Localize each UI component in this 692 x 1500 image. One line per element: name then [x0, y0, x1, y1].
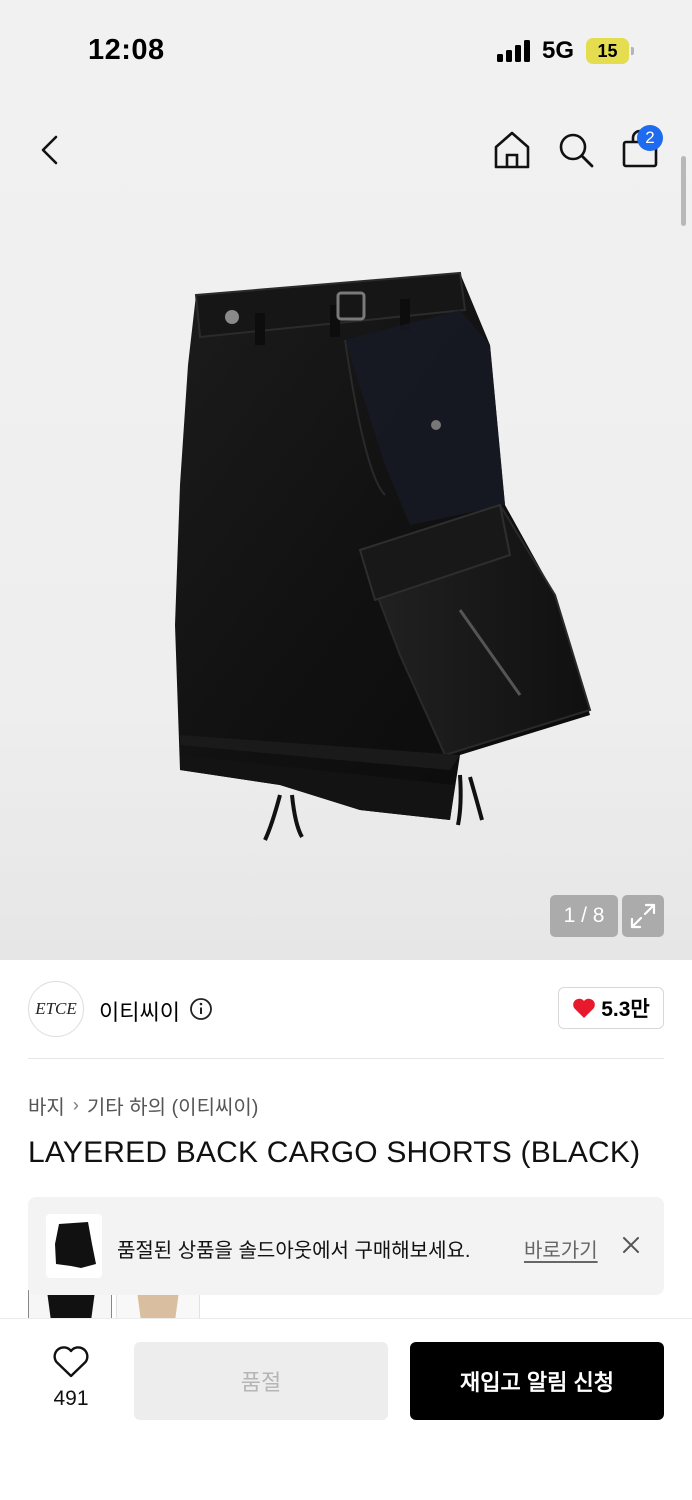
close-icon[interactable]: [620, 1234, 642, 1256]
chevron-left-icon: [41, 135, 58, 165]
heart-outline-icon: [53, 1346, 89, 1378]
network-type: 5G: [542, 37, 575, 64]
battery-cap: [631, 47, 634, 55]
search-icon: [559, 133, 594, 168]
brand-like-button[interactable]: 5.3만: [558, 987, 664, 1029]
soldout-banner: 품절된 상품을 솔드아웃에서 구매해보세요. 바로가기: [28, 1197, 664, 1295]
battery-indicator: 15: [586, 38, 629, 64]
bottom-action-bar: 491 품절 재입고 알림 신청: [0, 1318, 692, 1500]
brand-name[interactable]: 이티씨이: [99, 995, 180, 1027]
home-button[interactable]: [492, 129, 532, 171]
breadcrumb-separator: ›: [72, 1095, 79, 1115]
info-icon[interactable]: [189, 997, 213, 1021]
product-image: [175, 271, 592, 841]
cart-count-badge: 2: [637, 125, 663, 151]
heart-icon: [573, 998, 596, 1018]
restock-alert-button[interactable]: 재입고 알림 신청: [410, 1342, 664, 1420]
divider: [28, 1058, 664, 1059]
scrollbar[interactable]: [681, 156, 686, 226]
product-gallery[interactable]: 2 1 / 8: [0, 100, 692, 960]
signal-bars-icon: [497, 40, 533, 62]
banner-thumbnail: [46, 1214, 102, 1278]
breadcrumb-item-subcategory[interactable]: 기타 하의 (이티씨이): [87, 1091, 259, 1120]
status-time: 12:08: [88, 34, 165, 66]
soldout-button[interactable]: 품절: [134, 1342, 388, 1420]
banner-go-link[interactable]: 바로가기: [524, 1234, 598, 1263]
banner-message: 품절된 상품을 솔드아웃에서 구매해보세요.: [117, 1240, 471, 1262]
brand-like-count: 5.3만: [601, 998, 650, 1021]
image-counter: 1 / 8: [550, 895, 618, 937]
wishlist-button[interactable]: 491: [36, 1345, 106, 1411]
expand-button[interactable]: [622, 895, 664, 937]
breadcrumb-item-category[interactable]: 바지: [28, 1091, 65, 1120]
home-icon: [494, 131, 530, 169]
search-button[interactable]: [556, 130, 596, 170]
back-button[interactable]: [30, 130, 70, 170]
wishlist-count: 491: [53, 1387, 89, 1410]
brand-logo[interactable]: ETCE: [28, 981, 84, 1037]
expand-icon: [630, 903, 656, 929]
breadcrumb: 바지 › 기타 하의 (이티씨이): [28, 1091, 258, 1120]
product-title: LAYERED BACK CARGO SHORTS (BLACK): [28, 1136, 641, 1169]
status-bar: 12:08 5G 15: [0, 0, 692, 100]
